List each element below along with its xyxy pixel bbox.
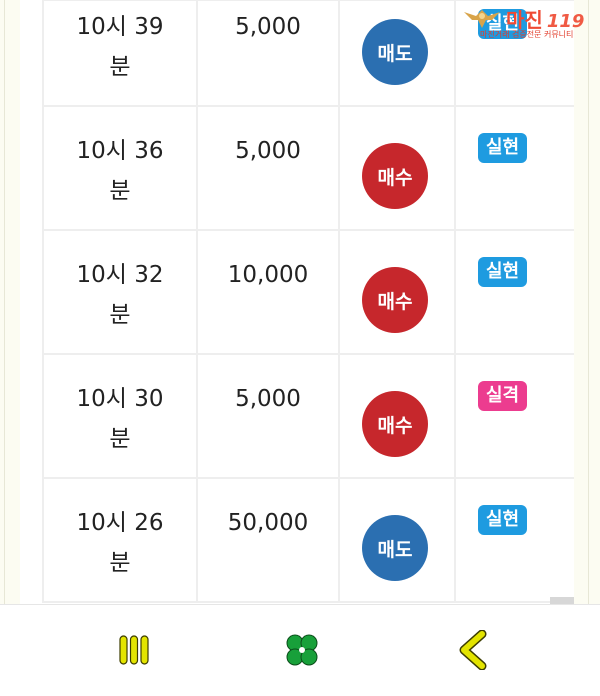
content-panel: 10시 39 분 5,000 매도 실현 10시 36 분 5,000 매수 실… <box>20 0 574 604</box>
result-badge: 실현 <box>478 505 528 535</box>
page-border-right <box>588 0 589 604</box>
trade-time: 10시 39 분 <box>76 14 164 80</box>
result-cell: 실현 <box>456 479 574 601</box>
bottom-navigation <box>0 604 600 696</box>
trade-time: 10시 36 분 <box>76 138 164 204</box>
brand-logo: 마진 119 마진거래 검증전문 커뮤니티 <box>462 4 596 39</box>
amount-cell: 5,000 <box>198 355 340 477</box>
result-badge: 실현 <box>478 133 528 163</box>
action-cell: 매수 <box>340 107 456 229</box>
trade-amount: 5,000 <box>235 386 301 412</box>
trade-amount: 5,000 <box>235 14 301 40</box>
time-cell: 10시 30 분 <box>42 355 198 477</box>
logo-tagline: 마진거래 검증전문 커뮤니티 <box>480 30 574 39</box>
time-cell: 10시 26 분 <box>42 479 198 601</box>
amount-cell: 10,000 <box>198 231 340 353</box>
table-row: 10시 36 분 5,000 매수 실현 <box>42 107 574 231</box>
trade-amount: 5,000 <box>235 138 301 164</box>
result-cell: 실격 <box>456 355 574 477</box>
menu-button[interactable] <box>114 630 154 670</box>
back-button[interactable] <box>454 630 494 670</box>
trade-time: 10시 30 분 <box>76 386 164 452</box>
table-row: 10시 30 분 5,000 매수 실격 <box>42 355 574 479</box>
result-cell: 실현 <box>456 231 574 353</box>
clover-icon <box>286 634 318 666</box>
action-cell: 매도 <box>340 0 456 105</box>
time-cell: 10시 39 분 <box>42 0 198 105</box>
action-cell: 매수 <box>340 355 456 477</box>
action-cell: 매수 <box>340 231 456 353</box>
buy-button[interactable]: 매수 <box>362 143 428 209</box>
result-badge: 실현 <box>478 257 528 287</box>
trade-table: 10시 39 분 5,000 매도 실현 10시 36 분 5,000 매수 실… <box>42 0 574 604</box>
amount-cell: 50,000 <box>198 479 340 601</box>
sell-button[interactable]: 매도 <box>362 515 428 581</box>
sell-button[interactable]: 매도 <box>362 19 428 85</box>
buy-button[interactable]: 매수 <box>362 391 428 457</box>
amount-cell: 5,000 <box>198 0 340 105</box>
home-button[interactable] <box>282 630 322 670</box>
trade-time: 10시 26 분 <box>76 510 164 576</box>
buy-button[interactable]: 매수 <box>362 267 428 333</box>
time-cell: 10시 36 분 <box>42 107 198 229</box>
action-cell: 매도 <box>340 479 456 601</box>
result-badge: 실격 <box>478 381 528 411</box>
menu-bars-icon <box>119 635 149 665</box>
time-cell: 10시 32 분 <box>42 231 198 353</box>
trade-amount: 10,000 <box>227 262 309 288</box>
table-row: 10시 26 분 50,000 매도 실현 <box>42 479 574 603</box>
table-row: 10시 32 분 10,000 매수 실현 <box>42 231 574 355</box>
result-cell: 실현 <box>456 107 574 229</box>
page-border-left <box>4 0 5 604</box>
trade-amount: 50,000 <box>227 510 309 536</box>
trade-time: 10시 32 분 <box>76 262 164 328</box>
back-chevron-icon <box>459 630 487 670</box>
amount-cell: 5,000 <box>198 107 340 229</box>
